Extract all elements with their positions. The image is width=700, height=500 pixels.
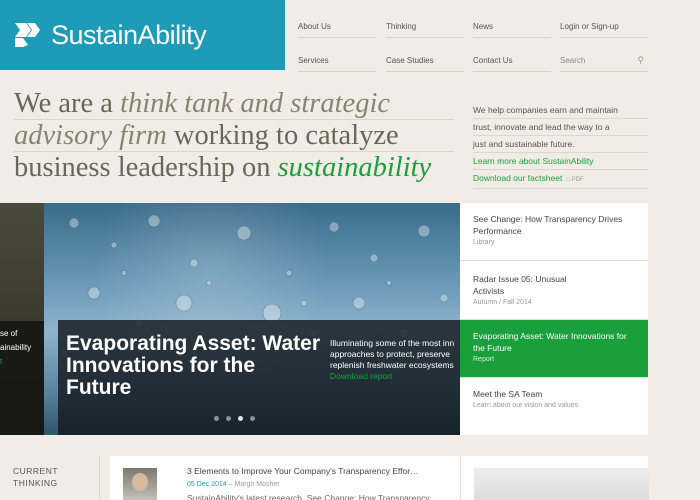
current-thinking-label: CURRENT THINKING [0, 456, 100, 500]
featured-item-active[interactable]: Evaporating Asset: Water Innovations for… [460, 320, 648, 378]
hero-title[interactable]: Evaporating Asset: Water Innovations for… [66, 333, 326, 399]
featured-item-title: See Change: How Transparency Drives Perf… [473, 214, 623, 236]
intro-text: We help companies earn and maintain trus… [473, 102, 648, 153]
featured-item[interactable]: Meet the SA Team Learn about our vision … [460, 378, 648, 435]
headline-text: business leadership on [14, 152, 278, 183]
featured-item-sub: Autumn / Fall 2014 [473, 299, 532, 306]
pdf-label: PDF [571, 177, 584, 183]
featured-item[interactable]: Radar Issue 05: Unusual Activists Autumn… [460, 261, 648, 320]
nav-contact[interactable]: Contact Us [473, 56, 551, 72]
page-headline: We are a think tank and strategic adviso… [14, 88, 454, 183]
headline-text: We are a [14, 88, 121, 119]
featured-item-sub: Library [473, 239, 495, 246]
caption-line: t [0, 357, 3, 366]
previous-slide-peek[interactable]: se of ainability t [0, 203, 44, 435]
logo[interactable]: SustainAbility [0, 0, 285, 70]
logo-mark-icon [15, 23, 40, 47]
featured-item-sub: Report [473, 356, 495, 363]
factsheet-label: Download our factsheet [473, 173, 563, 183]
article-snippet: SustainAbility's latest research, See Ch… [187, 493, 430, 500]
section-label: CURRENT [13, 466, 59, 476]
article-meta: 05 Dec 2014 – Margo Mosher [187, 481, 280, 488]
featured-item[interactable]: See Change: How Transparency Drives Perf… [460, 203, 648, 261]
carousel-dots [214, 416, 255, 421]
article-date: 05 Dec 2014 [187, 481, 227, 488]
intro-line: trust, innovate and lead the way to a [473, 119, 648, 136]
intro-line: We help companies earn and maintain [473, 102, 648, 119]
pdf-icon: □ PDF [566, 177, 584, 183]
nav-login[interactable]: Login or Sign-up [560, 22, 648, 38]
download-report-link[interactable]: Download report [330, 371, 460, 382]
intro-line: just and sustainable future. [473, 136, 648, 153]
search-icon[interactable]: ⚲ [637, 55, 644, 66]
carousel-dot[interactable] [250, 416, 255, 421]
hero-desc-line: approaches to protect, preserve [330, 349, 451, 359]
nav-news[interactable]: News [473, 22, 551, 38]
nav-case-studies[interactable]: Case Studies [386, 56, 464, 72]
caption-line: se of [0, 329, 18, 338]
nav-services[interactable]: Services [298, 56, 376, 72]
featured-item-sub: Learn about our vision and values [473, 402, 579, 409]
headline-text: working to catalyze [166, 120, 399, 151]
featured-item-title: Evaporating Asset: Water Innovations for… [473, 331, 627, 353]
article-card[interactable]: 3 Elements to Improve Your Company's Tra… [110, 456, 460, 500]
featured-list: See Change: How Transparency Drives Perf… [460, 203, 648, 435]
factsheet-link[interactable]: Download our factsheet □ PDF [473, 170, 648, 189]
author-photo [123, 468, 157, 500]
carousel-dot[interactable] [226, 416, 231, 421]
feature-image [474, 468, 649, 500]
brand-name: SustainAbility [51, 19, 207, 50]
hero-desc-line: Illuminating some of the most inn [330, 338, 455, 348]
carousel-dot-active[interactable] [238, 416, 243, 421]
nav-thinking[interactable]: Thinking [386, 22, 464, 38]
section-label: THINKING [13, 478, 58, 488]
hero-desc-line: replenish freshwater ecosystems [330, 360, 454, 370]
previous-slide-caption: se of ainability t [0, 321, 44, 435]
caption-line: ainability [0, 343, 32, 352]
bottom-feature[interactable] [460, 456, 649, 500]
author-face [132, 473, 148, 491]
learn-more-link[interactable]: Learn more about SustainAbility [473, 153, 648, 170]
featured-item-title: Radar Issue 05: Unusual Activists [473, 274, 567, 296]
headline-emphasis: think tank and strategic [120, 88, 391, 119]
headline-emphasis: advisory firm [14, 120, 167, 151]
headline-highlight: sustainability [277, 152, 432, 183]
nav-about[interactable]: About Us [298, 22, 376, 38]
article-title[interactable]: 3 Elements to Improve Your Company's Tra… [187, 466, 419, 476]
intro-block: We help companies earn and maintain trus… [473, 102, 648, 189]
carousel-dot[interactable] [214, 416, 219, 421]
hero-description: Illuminating some of the most inn approa… [330, 338, 460, 388]
search-input[interactable]: Search ⚲ [560, 55, 648, 72]
article-author: – Margo Mosher [226, 481, 280, 488]
featured-item-title: Meet the SA Team [473, 389, 543, 399]
search-placeholder: Search [560, 56, 586, 65]
